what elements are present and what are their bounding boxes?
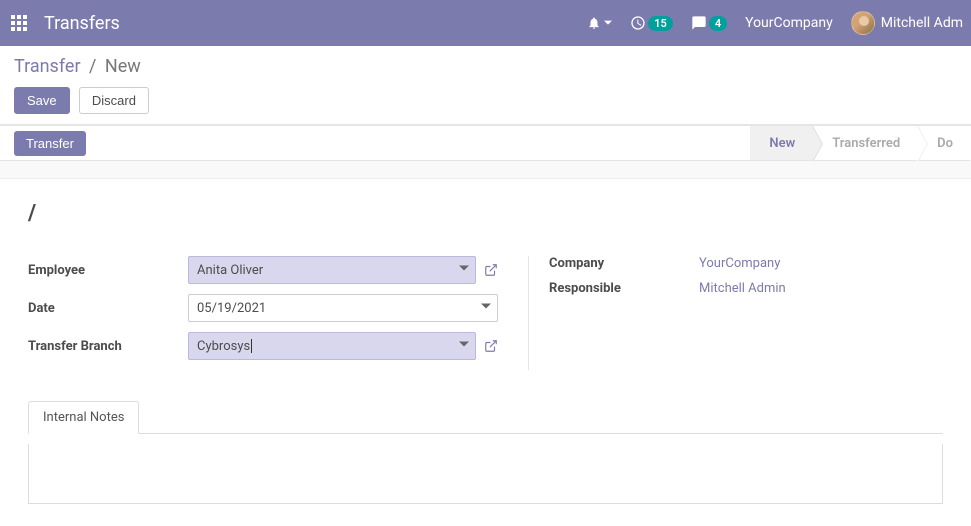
- status-new[interactable]: New: [750, 126, 813, 160]
- control-panel: Transfer / New Save Discard: [0, 46, 971, 125]
- company-value[interactable]: YourCompany: [699, 256, 780, 271]
- date-label: Date: [28, 301, 188, 316]
- action-buttons: Save Discard: [14, 87, 957, 114]
- status-steps: New Transferred Do: [750, 126, 971, 160]
- chat-icon: [691, 15, 707, 31]
- activities-menu[interactable]: 15: [630, 15, 673, 31]
- status-bar: Transfer New Transferred Do: [0, 125, 971, 161]
- discuss-badge: 4: [709, 16, 727, 31]
- apps-icon[interactable]: [8, 12, 30, 34]
- form-col-left: Employee Anita Oliver Date 05/19/2021: [28, 256, 498, 370]
- employee-label: Employee: [28, 263, 188, 278]
- user-name: Mitchell Adm: [881, 15, 963, 31]
- bell-icon: [587, 16, 601, 30]
- responsible-label: Responsible: [549, 281, 699, 296]
- user-menu[interactable]: Mitchell Adm: [851, 11, 963, 35]
- employee-field[interactable]: Anita Oliver: [188, 256, 476, 284]
- chevron-down-icon: [481, 301, 491, 316]
- breadcrumb: Transfer / New: [14, 56, 957, 77]
- clock-icon: [630, 15, 646, 31]
- record-title: /: [28, 201, 943, 226]
- company-label: Company: [549, 256, 699, 271]
- notifications-menu[interactable]: [587, 16, 612, 30]
- transfer-button[interactable]: Transfer: [14, 131, 86, 156]
- branch-label: Transfer Branch: [28, 339, 188, 354]
- sheet-gap: [0, 161, 971, 179]
- app-title[interactable]: Transfers: [44, 13, 120, 34]
- discard-button[interactable]: Discard: [79, 87, 149, 114]
- status-transferred[interactable]: Transferred: [813, 126, 918, 160]
- chevron-down-icon: [604, 19, 612, 27]
- form-sheet: / Employee Anita Oliver Date: [0, 179, 971, 526]
- avatar: [851, 11, 875, 35]
- tab-internal-notes[interactable]: Internal Notes: [28, 401, 139, 434]
- external-link-icon[interactable]: [484, 339, 498, 353]
- internal-notes-content[interactable]: [28, 444, 943, 504]
- breadcrumb-root[interactable]: Transfer: [14, 56, 81, 77]
- breadcrumb-sep: /: [89, 56, 96, 77]
- date-field[interactable]: 05/19/2021: [188, 294, 498, 322]
- form-col-right: Company YourCompany Responsible Mitchell…: [528, 256, 943, 370]
- chevron-down-icon: [459, 339, 469, 354]
- notebook: Internal Notes: [28, 400, 943, 504]
- top-navbar: Transfers 15 4 YourCompany Mitchell Adm: [0, 0, 971, 46]
- activities-badge: 15: [648, 16, 673, 31]
- discuss-menu[interactable]: 4: [691, 15, 727, 31]
- branch-field[interactable]: Cybrosys: [188, 332, 476, 360]
- breadcrumb-current: New: [105, 56, 141, 77]
- save-button[interactable]: Save: [14, 87, 70, 114]
- external-link-icon[interactable]: [484, 263, 498, 277]
- chevron-down-icon: [459, 263, 469, 278]
- company-switcher[interactable]: YourCompany: [745, 15, 833, 31]
- responsible-value[interactable]: Mitchell Admin: [699, 281, 786, 296]
